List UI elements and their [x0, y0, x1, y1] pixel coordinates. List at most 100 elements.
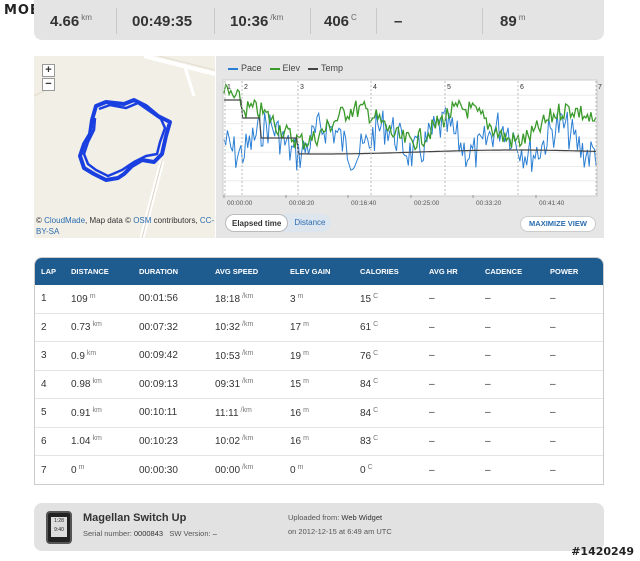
table-row: 7 0 m 00:00:30 00:00/km 0 m 0 C – – –: [35, 456, 603, 484]
lap-avg-speed: 18:18/km: [215, 292, 254, 305]
col-elev-gain: ELEV GAIN: [290, 267, 331, 276]
cloudmade-link[interactable]: CloudMade: [44, 216, 85, 225]
lap-calories: 0C: [360, 464, 373, 477]
maximize-view-button[interactable]: MAXIMIZE VIEW: [520, 216, 596, 232]
lap-elev-gain: 15 m: [290, 378, 309, 391]
summary-elev-gain: 89 m: [500, 13, 526, 30]
lap-power: –: [550, 378, 556, 390]
lap-cadence: –: [485, 407, 491, 419]
lap-avg-speed: 10:32/km: [215, 321, 254, 334]
lap-power: –: [550, 407, 556, 419]
device-serial: Serial number: 0000843 SW Version: –: [83, 529, 217, 538]
lap-avg-speed: 10:53/km: [215, 349, 254, 362]
lap-avg-speed: 10:02/km: [215, 435, 254, 448]
lap-avg-hr: –: [429, 293, 435, 305]
osm-link[interactable]: OSM: [133, 216, 151, 225]
tab-elapsed-time[interactable]: Elapsed time: [225, 214, 289, 232]
zoom-out-button[interactable]: −: [42, 78, 55, 91]
col-distance: DISTANCE: [71, 267, 109, 276]
lap-number: 5: [41, 407, 47, 419]
col-avg-speed: AVG SPEED: [215, 267, 259, 276]
lap-distance: 0.91 km: [71, 406, 102, 419]
legend-temp[interactable]: Temp: [308, 63, 343, 73]
device-watch-icon: 1:28 9:40: [46, 511, 72, 544]
zoom-in-button[interactable]: +: [42, 64, 55, 77]
lap-distance: 0m: [71, 464, 85, 477]
lap-duration: 00:10:23: [139, 435, 178, 447]
summary-duration: 00:49:35: [132, 13, 193, 30]
lap-avg-hr: –: [429, 378, 435, 390]
col-calories: CALORIES: [360, 267, 399, 276]
lap-cadence: –: [485, 350, 491, 362]
lap-calories: 84 C: [360, 406, 379, 419]
lap-elev-gain: 16 m: [290, 406, 309, 419]
lap-number: 3: [41, 350, 47, 362]
col-cadence: CADENCE: [485, 267, 523, 276]
lap-duration: 00:09:13: [139, 378, 178, 390]
col-avg-hr: AVG HR: [429, 267, 458, 276]
lap-avg-hr: –: [429, 350, 435, 362]
lap-number: 4: [41, 378, 47, 390]
tab-distance[interactable]: Distance: [288, 214, 331, 232]
device-info: 1:28 9:40 Magellan Switch Up Serial numb…: [34, 503, 604, 551]
table-row: 5 0.91 km 00:10:11 11:11/km 16 m 84 C – – –: [35, 399, 603, 428]
lap-cadence: –: [485, 435, 491, 447]
lap-number: 1: [41, 293, 47, 305]
uploaded-on: on 2012-12-15 at 6:49 am UTC: [288, 527, 392, 536]
table-row: 4 0.98 km 00:09:13 09:31/km 15 m 84 C – – –: [35, 371, 603, 399]
lap-cadence: –: [485, 464, 491, 476]
lap-calories: 76 C: [360, 349, 379, 362]
lap-elev-gain: 16 m: [290, 435, 309, 448]
lap-avg-hr: –: [429, 321, 435, 333]
lap-distance: 0.73 km: [71, 321, 102, 334]
route-map[interactable]: + −: [34, 56, 215, 238]
workout-page: MOBILE01 4.66km 00:49:35 10:36/km 406C –…: [0, 0, 640, 561]
lap-elev-gain: 17 m: [290, 321, 309, 334]
lap-duration: 00:07:32: [139, 321, 178, 333]
device-name: Magellan Switch Up: [83, 512, 187, 524]
lap-number: 2: [41, 321, 47, 333]
lap-calories: 84 C: [360, 378, 379, 391]
col-lap: LAP: [41, 267, 56, 276]
lap-avg-hr: –: [429, 464, 435, 476]
lap-avg-speed: 00:00/km: [215, 464, 254, 477]
lap-number: 7: [41, 464, 47, 476]
lap-distance: 109 m: [71, 292, 96, 305]
lap-avg-hr: –: [429, 435, 435, 447]
legend-pace[interactable]: Pace: [228, 63, 262, 73]
lap-power: –: [550, 435, 556, 447]
lap-duration: 00:00:30: [139, 464, 178, 476]
lap-avg-speed: 09:31/km: [215, 378, 254, 391]
summary-calories: 406 C: [324, 13, 357, 30]
lap-duration: 00:01:56: [139, 293, 178, 305]
laps-header-row: LAP DISTANCE DURATION AVG SPEED ELEV GAI…: [35, 258, 603, 285]
chart-legend: Pace Elev Temp: [228, 63, 343, 73]
table-row: 2 0.73 km 00:07:32 10:32/km 17 m 61 C – – –: [35, 314, 603, 342]
legend-elev[interactable]: Elev: [269, 63, 300, 73]
lap-power: –: [550, 464, 556, 476]
col-power: POWER: [550, 267, 579, 276]
summary-avg-hr: –: [394, 13, 403, 30]
uploaded-from: Uploaded from: Web Widget: [288, 513, 383, 522]
lap-power: –: [550, 350, 556, 362]
lap-duration: 00:09:42: [139, 350, 178, 362]
lap-calories: 15 C: [360, 292, 379, 305]
lap-power: –: [550, 321, 556, 333]
map-tiles: [34, 56, 215, 238]
chart-axis-tabs: Elapsed time Distance: [225, 214, 332, 232]
lap-cadence: –: [485, 321, 491, 333]
col-duration: DURATION: [139, 267, 179, 276]
lap-avg-hr: –: [429, 407, 435, 419]
table-row: 6 1.04 km 00:10:23 10:02/km 16 m 83 C – – –: [35, 428, 603, 456]
lap-number: 6: [41, 435, 47, 447]
lap-distance: 1.04 km: [71, 435, 102, 448]
lap-elev-gain: 3m: [290, 292, 304, 305]
lap-cadence: –: [485, 293, 491, 305]
table-row: 3 0.9 km 00:09:42 10:53/km 19 m 76 C – – –: [35, 342, 603, 371]
map-credit: © CloudMade, Map data © OSM contributors…: [36, 216, 215, 236]
lap-cadence: –: [485, 378, 491, 390]
lap-elev-gain: 19 m: [290, 349, 309, 362]
lap-avg-speed: 11:11/km: [215, 406, 252, 419]
lap-duration: 00:10:11: [139, 407, 178, 419]
table-row: 1 109 m 00:01:56 18:18/km 3 m 15 C – – –: [35, 285, 603, 314]
